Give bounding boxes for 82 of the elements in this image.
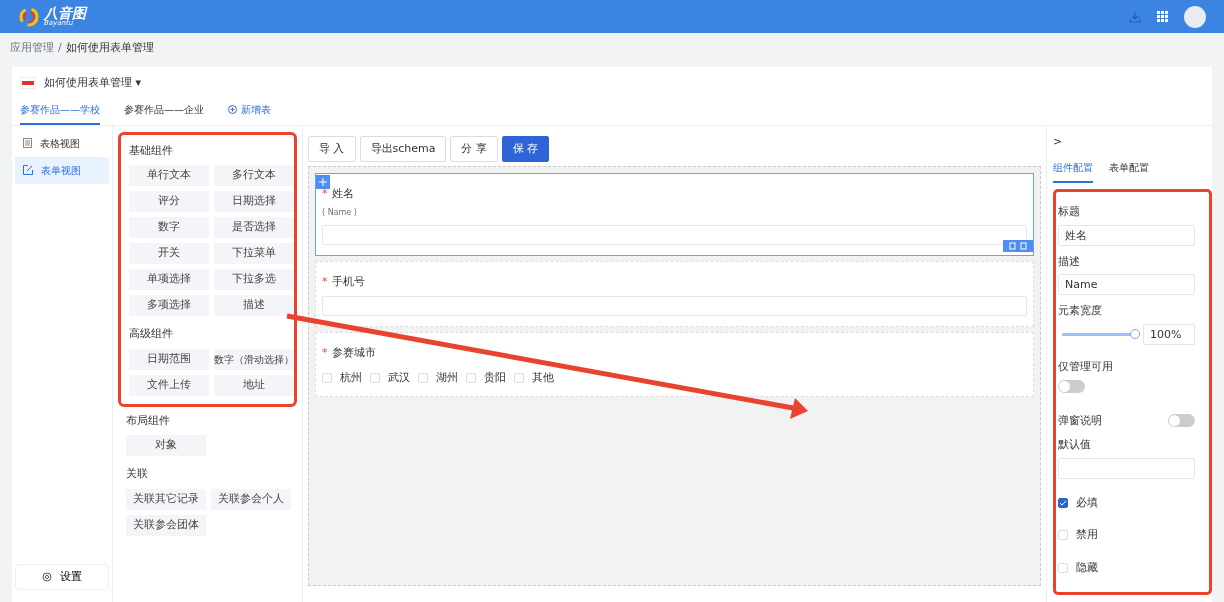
- component-button[interactable]: 地址: [214, 374, 294, 396]
- config-label: 元素宽度: [1058, 303, 1103, 319]
- toolbar-button[interactable]: 分 享: [450, 135, 498, 162]
- input-field[interactable]: 姓名: [1058, 224, 1195, 246]
- collapse-toggle[interactable]: >: [1053, 133, 1212, 150]
- option-label: 杭州: [340, 369, 362, 386]
- table-tab[interactable]: 参赛作品——学校: [20, 95, 100, 125]
- required-mark: *: [322, 345, 328, 361]
- component-button[interactable]: 是否选择: [214, 217, 294, 238]
- app-logo-icon: [20, 77, 36, 90]
- width-input[interactable]: 100%: [1143, 323, 1195, 345]
- toolbar-button[interactable]: 保 存: [502, 135, 550, 162]
- group-title: 布局组件: [125, 412, 171, 429]
- add-table-link[interactable]: 新增表: [228, 95, 271, 125]
- field-description: ( Name ): [322, 206, 358, 219]
- group-title: 高级组件: [128, 326, 174, 342]
- logo-swirl-icon: [18, 6, 40, 27]
- component-button[interactable]: 对象: [126, 435, 206, 456]
- input-field[interactable]: [1058, 457, 1195, 479]
- table-tab[interactable]: 参赛作品——企业: [124, 95, 204, 125]
- component-button[interactable]: 数字: [129, 217, 209, 238]
- gear-icon: [42, 571, 52, 582]
- checkbox[interactable]: [1058, 497, 1068, 508]
- option-label: 贵阳: [484, 369, 506, 386]
- required-mark: *: [322, 273, 328, 290]
- config-label: 默认值: [1058, 437, 1092, 453]
- toggle-switch[interactable]: [1058, 380, 1085, 393]
- config-label: 标题: [1058, 204, 1081, 220]
- apps-grid-icon: [1157, 11, 1168, 22]
- component-button[interactable]: 描述: [214, 295, 294, 316]
- field-label: 参赛城市: [331, 345, 376, 361]
- settings-button[interactable]: 设置: [15, 563, 109, 590]
- component-button[interactable]: 日期范围: [129, 348, 209, 370]
- add-circle-icon: [228, 104, 237, 114]
- download-icon: [1129, 10, 1141, 23]
- checkbox-label: 禁用: [1076, 527, 1098, 543]
- config-label: 弹窗说明: [1058, 412, 1102, 429]
- input-field[interactable]: [322, 224, 1027, 245]
- breadcrumb-item: 如何使用表单管理: [65, 39, 154, 56]
- field-label: 姓名: [331, 186, 354, 202]
- toolbar-button[interactable]: 导 入: [308, 135, 356, 162]
- group-title: 关联: [125, 466, 149, 482]
- avatar-icon: [1184, 5, 1206, 28]
- view-menu-item[interactable]: 表格视图: [15, 129, 109, 157]
- component-button[interactable]: 评分: [129, 191, 209, 212]
- field-label: 手机号: [331, 273, 365, 290]
- component-button[interactable]: 多项选择: [129, 295, 209, 316]
- input-field[interactable]: [322, 296, 1027, 316]
- required-mark: *: [322, 186, 328, 202]
- component-button[interactable]: 日期选择: [214, 191, 294, 212]
- list-icon: [23, 138, 32, 148]
- config-label: 描述: [1058, 253, 1081, 270]
- component-button[interactable]: 关联参会个人: [211, 488, 291, 510]
- group-title: 基础组件: [128, 142, 174, 159]
- component-button[interactable]: 关联其它记录: [126, 488, 206, 510]
- component-button[interactable]: 关联参会团体: [126, 514, 206, 536]
- checkbox-label: 隐藏: [1076, 559, 1098, 576]
- component-button[interactable]: 开关: [129, 243, 209, 264]
- toolbar-button[interactable]: 导出schema: [359, 135, 447, 162]
- config-tab[interactable]: 组件配置: [1053, 154, 1093, 183]
- logo-text: 八音图: [44, 6, 86, 20]
- component-button[interactable]: 多行文本: [214, 165, 294, 186]
- breadcrumb-item[interactable]: 应用管理: [10, 39, 54, 57]
- option-label: 湖州: [436, 369, 458, 386]
- component-button[interactable]: 下拉多选: [214, 269, 294, 290]
- breadcrumb-separator: /: [58, 39, 62, 56]
- component-button[interactable]: 数字（滑动选择）: [214, 348, 294, 370]
- component-button[interactable]: 单行文本: [129, 165, 209, 186]
- input-field[interactable]: Name: [1058, 274, 1195, 295]
- checkbox-label: 必填: [1076, 494, 1098, 511]
- option-label: 武汉: [388, 369, 410, 386]
- edit-icon: [23, 165, 33, 175]
- component-button[interactable]: 下拉菜单: [214, 243, 294, 264]
- component-button[interactable]: 单项选择: [129, 269, 209, 290]
- option-label: 其他: [532, 369, 554, 386]
- config-label: 仅管理可用: [1058, 358, 1114, 375]
- slider-thumb[interactable]: [1130, 328, 1140, 339]
- component-button[interactable]: 文件上传: [129, 374, 209, 396]
- config-tab[interactable]: 表单配置: [1109, 154, 1149, 183]
- app-name-dropdown[interactable]: 如何使用表单管理 ▾: [44, 75, 142, 92]
- view-menu-item[interactable]: 表单视图: [15, 156, 109, 184]
- toggle-switch[interactable]: [1168, 414, 1195, 428]
